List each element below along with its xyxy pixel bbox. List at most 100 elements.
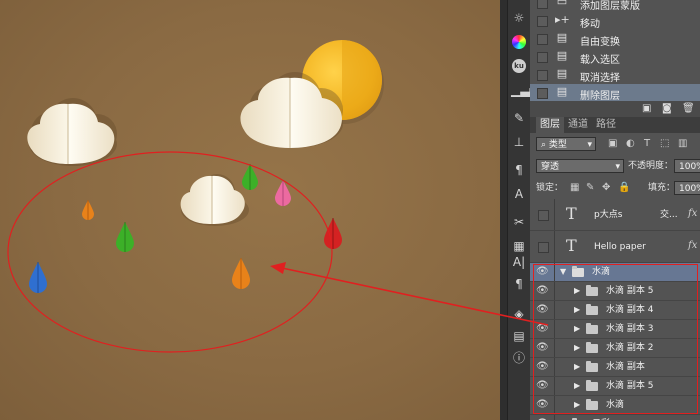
fx-icon[interactable]: fx: [688, 240, 697, 251]
adjustment-filter-icon[interactable]: ◐: [626, 137, 635, 151]
history-snapshot-checkbox[interactable]: [537, 0, 548, 9]
layer-group-row[interactable]: 👁 ▶ 水滴 副本 2: [530, 339, 700, 358]
3d-icon[interactable]: ◈: [511, 306, 527, 322]
column-divider: [554, 396, 555, 414]
brush-tool-icon[interactable]: ✎: [511, 110, 527, 126]
eye-icon[interactable]: 👁: [536, 304, 549, 316]
eye-icon[interactable]: 👁: [536, 361, 549, 373]
brightness-icon[interactable]: ☼: [511, 10, 527, 26]
collapse-triangle-icon[interactable]: ▶: [574, 286, 580, 296]
character-panel-icon[interactable]: A|: [511, 254, 527, 270]
layer-group-row[interactable]: 👁 ▶ 水滴 副本 4: [530, 301, 700, 320]
layer-group-row-selected[interactable]: 👁 ▼ 水滴: [530, 263, 700, 282]
character-tool-icon[interactable]: A: [511, 186, 527, 202]
fill-label: 填充：: [648, 183, 676, 193]
layers-tabbar: 图层 通道 路径: [530, 117, 700, 133]
eye-icon[interactable]: 👁: [536, 266, 549, 278]
collapse-triangle-icon[interactable]: ▶: [574, 362, 580, 372]
histogram-icon[interactable]: ▁▃▅: [511, 82, 539, 98]
history-snapshot-checkbox[interactable]: [537, 16, 548, 27]
tab-layers[interactable]: 图层: [536, 117, 564, 133]
layer-name: 水滴 副本 4: [606, 305, 654, 315]
layer-name: 水滴 副本 3: [606, 324, 654, 334]
eye-icon[interactable]: 👁: [536, 399, 549, 411]
color-wheel-icon[interactable]: [511, 34, 527, 50]
tab-channels[interactable]: 通道: [564, 117, 592, 133]
folder-icon: [586, 380, 598, 391]
layer-group-row[interactable]: 👁 ▶ 水滴 副本: [530, 358, 700, 377]
history-snapshot-checkbox[interactable]: [537, 88, 548, 99]
history-snapshot-checkbox[interactable]: [537, 34, 548, 45]
layer-group-row[interactable]: 👁 ▶ 水滴 副本 3: [530, 320, 700, 339]
document-icon: ▤: [556, 31, 568, 44]
collapse-triangle-icon[interactable]: ▶: [574, 324, 580, 334]
lock-position-icon[interactable]: ✥: [602, 181, 610, 195]
grid-icon[interactable]: ▦: [511, 238, 527, 254]
snapshot-camera-icon[interactable]: ◙: [662, 103, 672, 115]
lock-pixels-icon[interactable]: ✎: [586, 181, 594, 195]
move-icon: ▸+: [555, 13, 570, 26]
collapse-triangle-icon[interactable]: ▶: [574, 381, 580, 391]
blend-mode-select[interactable]: 穿透 ▾: [536, 159, 624, 173]
lock-all-icon[interactable]: 🔒: [618, 181, 630, 195]
layer-group-row[interactable]: 👁 ▶ 云彩: [530, 415, 700, 420]
history-item[interactable]: ▸+ 移动: [530, 12, 700, 31]
right-panel: ▭ 添加图层蒙版 ▸+ 移动 ▤ 自由变换 ▤ 载入选区 ▤ 取消选择 ▤ 删除…: [530, 0, 700, 420]
history-item[interactable]: ▤ 取消选择: [530, 66, 700, 85]
document-icon: ▤: [556, 67, 568, 80]
pixel-filter-icon[interactable]: ▣: [608, 137, 617, 151]
trash-icon[interactable]: 🗑: [682, 103, 695, 115]
history-item[interactable]: ▤ 载入选区: [530, 48, 700, 67]
column-divider: [554, 358, 555, 376]
collapse-triangle-icon[interactable]: ▶: [574, 343, 580, 353]
paragraph-panel-icon[interactable]: ¶: [511, 276, 527, 292]
history-snapshot-checkbox[interactable]: [537, 52, 548, 63]
fx-icon[interactable]: fx: [688, 208, 697, 219]
folder-icon: [586, 285, 598, 296]
eye-icon[interactable]: 👁: [536, 285, 549, 297]
fill-input[interactable]: 100%: [674, 181, 700, 195]
collapse-triangle-icon[interactable]: ▶: [574, 400, 580, 410]
layer-group-row[interactable]: 👁 ▶ 水滴 副本 5: [530, 377, 700, 396]
opacity-input[interactable]: 100%: [674, 159, 700, 173]
canvas-scrollbar[interactable]: [500, 0, 507, 420]
artwork: [7, 40, 384, 353]
visibility-toggle[interactable]: [538, 210, 549, 221]
document-canvas[interactable]: [0, 0, 500, 420]
history-snapshot-checkbox[interactable]: [537, 70, 548, 81]
layer-group-row[interactable]: 👁 ▶ 水滴 副本 5: [530, 282, 700, 301]
drop-blue: [29, 262, 47, 293]
tool-presets-icon[interactable]: ✂: [511, 214, 527, 230]
layer-row[interactable]: T p大点s 交... fx: [530, 199, 700, 231]
filter-kind-select[interactable]: ⌕ 类型 ▾: [536, 137, 596, 151]
layer-name: 水滴 副本: [606, 362, 645, 372]
expand-triangle-icon[interactable]: ▼: [560, 267, 566, 277]
tab-paths[interactable]: 路径: [592, 117, 620, 133]
folder-icon: [586, 361, 598, 372]
lock-transparent-icon[interactable]: ▦: [570, 181, 579, 195]
column-divider: [554, 282, 555, 300]
paragraph-tool-icon[interactable]: ¶: [511, 162, 527, 178]
shape-filter-icon[interactable]: ⬚: [660, 137, 669, 151]
column-divider: [554, 199, 555, 230]
eye-icon[interactable]: 👁: [536, 380, 549, 392]
clone-stamp-icon[interactable]: ⊥: [511, 134, 527, 150]
eye-icon[interactable]: 👁: [536, 342, 549, 354]
eye-icon[interactable]: 👁: [536, 323, 549, 335]
filter-kind-value: 类型: [548, 140, 567, 150]
visibility-toggle[interactable]: [538, 242, 549, 253]
text-layer-icon: T: [566, 236, 577, 255]
layer-comps-icon[interactable]: ▤: [511, 328, 527, 344]
new-document-icon[interactable]: ▣: [642, 103, 651, 115]
kuler-icon[interactable]: ku: [511, 58, 527, 74]
type-filter-icon[interactable]: T: [644, 137, 650, 151]
info-icon[interactable]: ⓘ: [511, 350, 527, 366]
history-item[interactable]: ▤ 自由变换: [530, 30, 700, 49]
cloud-left: [27, 98, 117, 166]
layer-row[interactable]: T Hello paper fx: [530, 231, 700, 263]
smart-object-filter-icon[interactable]: ▥: [678, 137, 687, 151]
collapse-triangle-icon[interactable]: ▶: [574, 305, 580, 315]
chevron-down-icon: ▾: [615, 162, 620, 172]
panel-icon-strip: ☼ ku ▁▃▅ ✎ ⊥ ¶ A ✂ ▦ A| ¶ ◈ ▤ ⓘ: [507, 0, 539, 420]
layer-group-row[interactable]: 👁 ▶ 水滴: [530, 396, 700, 415]
